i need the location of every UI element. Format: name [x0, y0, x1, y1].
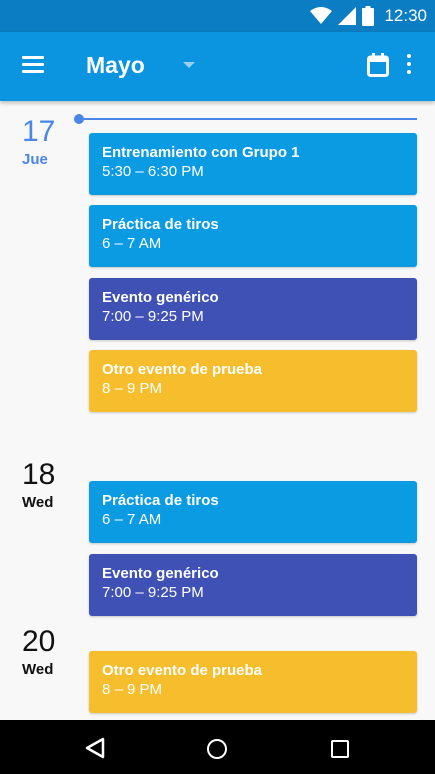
day-weekday: Wed: [22, 494, 54, 511]
menu-icon[interactable]: [22, 56, 44, 74]
battery-icon: [362, 6, 375, 26]
agenda-list: 17 Jue Entrenamiento con Grupo 1 5:30 – 6:3…: [0, 101, 435, 720]
day-number: 18: [22, 458, 56, 491]
event-time: 8 – 9 PM: [102, 681, 163, 698]
event-title: Entrenamiento con Grupo 1: [102, 144, 300, 161]
event-card[interactable]: Evento genérico 7:00 – 9:25 PM: [89, 554, 417, 616]
status-icons: 12:30: [310, 0, 427, 32]
status-time: 12:30: [384, 6, 427, 25]
month-title[interactable]: Mayo: [86, 52, 145, 79]
home-icon[interactable]: [207, 739, 227, 759]
recent-apps-icon[interactable]: [331, 740, 349, 758]
event-title: Práctica de tiros: [102, 216, 219, 233]
event-time: 6 – 7 AM: [102, 511, 162, 528]
event-time: 7:00 – 9:25 PM: [102, 584, 204, 601]
calendar-icon[interactable]: [367, 53, 389, 77]
app-bar: Mayo: [0, 32, 435, 101]
event-title: Otro evento de prueba: [102, 361, 263, 378]
more-options-icon[interactable]: [404, 54, 414, 78]
day-weekday: Wed: [22, 661, 54, 678]
day-weekday: Jue: [22, 151, 48, 168]
event-title: Evento genérico: [102, 289, 219, 306]
event-card[interactable]: Entrenamiento con Grupo 1 5:30 – 6:30 PM: [89, 133, 417, 195]
navigation-bar: [0, 720, 435, 774]
event-card[interactable]: Otro evento de prueba 8 – 9 PM: [89, 350, 417, 412]
wifi-icon: [310, 7, 333, 24]
current-time-line: [79, 118, 417, 120]
event-time: 7:00 – 9:25 PM: [102, 308, 204, 325]
event-time: 5:30 – 6:30 PM: [102, 163, 204, 180]
dropdown-arrow-icon[interactable]: [183, 62, 195, 68]
day-number: 17: [22, 115, 56, 148]
event-card[interactable]: Evento genérico 7:00 – 9:25 PM: [89, 278, 417, 340]
event-card[interactable]: Otro evento de prueba 8 – 9 PM: [89, 651, 417, 713]
event-card[interactable]: Práctica de tiros 6 – 7 AM: [89, 481, 417, 543]
back-icon[interactable]: [84, 737, 106, 759]
event-time: 6 – 7 AM: [102, 235, 162, 252]
current-time-dot: [74, 114, 84, 124]
event-title: Práctica de tiros: [102, 492, 219, 509]
signal-icon: [338, 7, 357, 25]
event-title: Evento genérico: [102, 565, 219, 582]
day-number: 20: [22, 625, 56, 658]
event-title: Otro evento de prueba: [102, 662, 263, 679]
event-time: 8 – 9 PM: [102, 380, 163, 397]
event-card[interactable]: Práctica de tiros 6 – 7 AM: [89, 205, 417, 267]
status-bar: 12:30: [0, 0, 435, 32]
